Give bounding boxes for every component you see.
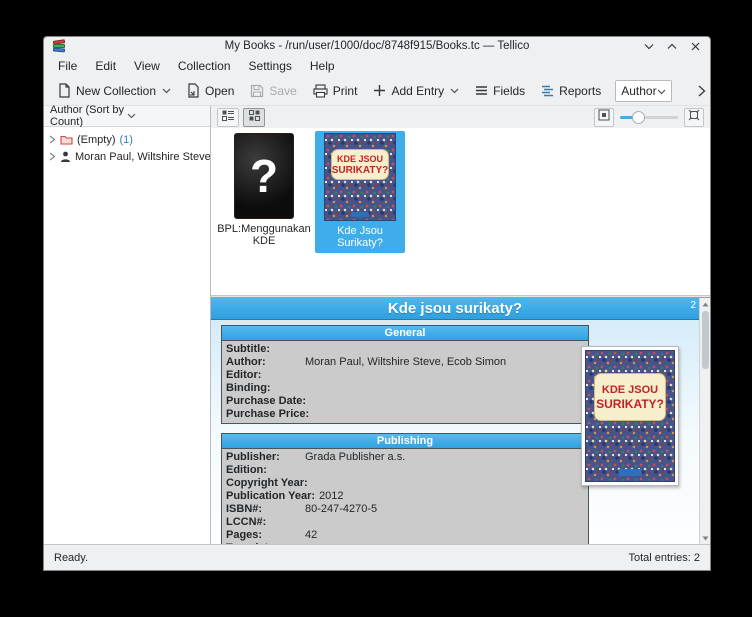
entry-title: Kde Jsou Surikaty? bbox=[317, 225, 403, 249]
menu-help[interactable]: Help bbox=[302, 57, 343, 75]
field-row: Binding: bbox=[226, 382, 584, 395]
icon-view-toggle[interactable] bbox=[243, 108, 265, 127]
book-cover-placeholder: ? bbox=[234, 133, 294, 219]
menu-edit[interactable]: Edit bbox=[87, 57, 124, 75]
save-icon bbox=[250, 84, 264, 98]
chevron-down-icon bbox=[450, 88, 459, 94]
menubar: File Edit View Collection Settings Help bbox=[44, 55, 710, 76]
scroll-down-icon[interactable] bbox=[700, 533, 710, 543]
tellico-window: My Books - /run/user/1000/doc/8748f915/B… bbox=[43, 36, 711, 571]
field-row: Pages: 42 bbox=[226, 529, 584, 542]
field-row: LCCN#: bbox=[226, 516, 584, 529]
group-tree: (Empty) (1) Moran Paul, Wiltshire Steve,… bbox=[44, 127, 210, 544]
chevron-down-icon bbox=[657, 84, 666, 98]
zoom-in-icon bbox=[688, 108, 700, 126]
field-row: Purchase Date: bbox=[226, 395, 584, 408]
entry-item-selected[interactable]: KDE JSOU SURIKATY? Kde Jsou Surikaty? bbox=[315, 131, 405, 253]
zoom-in-button[interactable] bbox=[684, 108, 704, 127]
open-document-icon bbox=[187, 83, 200, 98]
tree-item-author-group[interactable]: Moran Paul, Wiltshire Steve, Ec... (1) bbox=[44, 148, 210, 165]
maximize-icon[interactable] bbox=[665, 39, 679, 53]
group-view-panel: Author (Sort by Count) (Empty) (1) bbox=[44, 106, 211, 544]
field-row: Translator: bbox=[226, 542, 584, 544]
person-icon bbox=[60, 151, 71, 162]
printer-icon bbox=[313, 84, 328, 98]
field-row: Edition: bbox=[226, 464, 584, 477]
folder-icon bbox=[60, 134, 73, 145]
entry-detail-title: Kde jsou surikaty? bbox=[388, 300, 522, 317]
new-collection-button[interactable]: New Collection bbox=[52, 79, 177, 102]
fields-icon bbox=[475, 85, 488, 96]
print-button[interactable]: Print bbox=[307, 80, 364, 102]
minimize-icon[interactable] bbox=[642, 39, 656, 53]
detail-scrollbar[interactable] bbox=[699, 298, 710, 544]
window-title: My Books - /run/user/1000/doc/8748f915/B… bbox=[44, 40, 710, 52]
titlebar[interactable]: My Books - /run/user/1000/doc/8748f915/B… bbox=[44, 37, 710, 55]
field-row: Subtitle: bbox=[226, 343, 584, 356]
status-message: Ready. bbox=[54, 552, 88, 564]
new-document-icon bbox=[58, 83, 71, 98]
list-view-toggle[interactable] bbox=[217, 108, 239, 127]
zoom-out-icon bbox=[598, 108, 610, 126]
expander-icon[interactable] bbox=[49, 152, 56, 161]
menu-file[interactable]: File bbox=[50, 57, 85, 75]
section-header: General bbox=[221, 325, 589, 340]
group-sort-selector[interactable]: Author (Sort by Count) bbox=[44, 106, 210, 127]
close-icon[interactable] bbox=[688, 39, 702, 53]
section-publishing: Publishing Publisher: Grada Publisher a.… bbox=[221, 433, 589, 544]
entry-detail-view: Kde jsou surikaty? 2 General Subtitle: bbox=[211, 298, 710, 544]
icon-view-icon bbox=[249, 108, 260, 126]
toolbar-overflow-button[interactable] bbox=[690, 83, 711, 99]
field-row: Author: Moran Paul, Wiltshire Steve, Eco… bbox=[226, 356, 584, 369]
tellico-app-icon bbox=[52, 40, 67, 53]
menu-view[interactable]: View bbox=[126, 57, 168, 75]
add-entry-button[interactable]: Add Entry bbox=[367, 80, 465, 102]
scroll-up-icon[interactable] bbox=[700, 299, 710, 309]
zoom-out-button[interactable] bbox=[594, 108, 614, 127]
main-toolbar: New Collection Open Save Print bbox=[44, 76, 710, 106]
total-entries: Total entries: 2 bbox=[628, 552, 700, 564]
entry-detail-header: Kde jsou surikaty? 2 bbox=[211, 298, 699, 320]
book-cover-thumbnail: KDE JSOU SURIKATY? bbox=[324, 133, 396, 221]
tree-item-empty[interactable]: (Empty) (1) bbox=[44, 131, 210, 148]
statusbar: Ready. Total entries: 2 bbox=[44, 544, 710, 570]
entry-id-badge: 2 bbox=[690, 300, 696, 311]
field-row: Publisher: Grada Publisher a.s. bbox=[226, 451, 584, 464]
detail-cover-image[interactable]: KDE JSOU SURIKATY? bbox=[581, 346, 679, 486]
list-view-icon bbox=[222, 108, 234, 126]
scrollbar-thumb[interactable] bbox=[702, 311, 709, 369]
open-button[interactable]: Open bbox=[181, 79, 240, 102]
entry-title: BPL:Menggunakan KDE bbox=[217, 223, 311, 247]
chevron-down-icon bbox=[162, 88, 171, 94]
group-count: (1) bbox=[120, 134, 133, 146]
icon-size-slider[interactable] bbox=[620, 110, 678, 124]
group-by-combobox[interactable]: Author bbox=[615, 80, 671, 102]
entry-view-toolbar bbox=[211, 106, 710, 128]
field-row: Purchase Price: bbox=[226, 408, 584, 421]
field-row: Publication Year: 2012 bbox=[226, 490, 584, 503]
section-header: Publishing bbox=[221, 433, 589, 448]
expander-icon[interactable] bbox=[49, 135, 56, 144]
book-cover-art: KDE JSOU SURIKATY? bbox=[585, 350, 675, 482]
plus-icon bbox=[373, 84, 386, 97]
save-button[interactable]: Save bbox=[244, 80, 302, 102]
field-row: ISBN#: 80-247-4270-5 bbox=[226, 503, 584, 516]
fields-button[interactable]: Fields bbox=[469, 80, 531, 102]
field-row: Editor: bbox=[226, 369, 584, 382]
menu-settings[interactable]: Settings bbox=[241, 57, 300, 75]
entry-icon-view: ? BPL:Menggunakan KDE KDE JSOU SURIKATY?… bbox=[211, 128, 710, 295]
reports-button[interactable]: Reports bbox=[535, 80, 607, 102]
menu-collection[interactable]: Collection bbox=[170, 57, 239, 75]
reports-icon bbox=[541, 85, 554, 97]
chevron-down-icon bbox=[127, 110, 204, 122]
entry-item[interactable]: ? BPL:Menggunakan KDE bbox=[219, 131, 309, 251]
section-general: General Subtitle: Author: Moran Paul, Wi… bbox=[221, 325, 589, 424]
slider-handle[interactable] bbox=[632, 111, 645, 124]
field-row: Copyright Year: bbox=[226, 477, 584, 490]
